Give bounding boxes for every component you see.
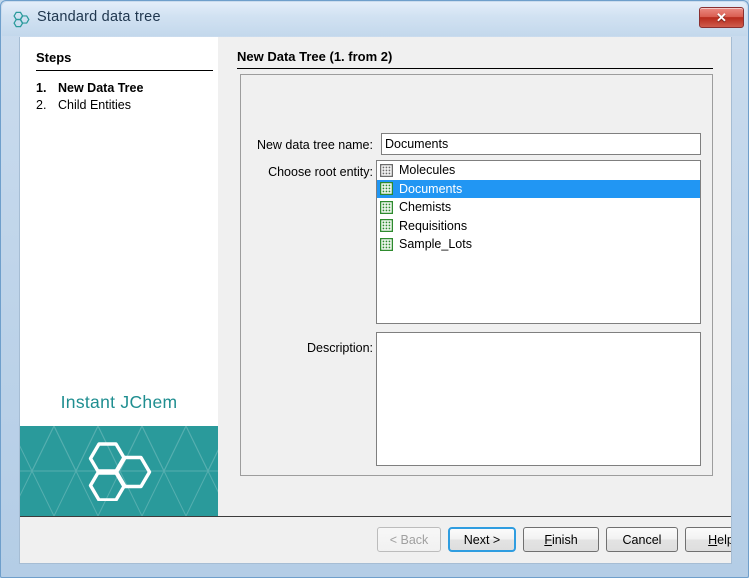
root-entity-list[interactable]: Molecules Documents Chemists Requisitions Sa… — [376, 160, 701, 324]
finish-button-label: Finish — [544, 533, 577, 547]
brand-logo-panel — [20, 426, 218, 516]
data-tree-name-input[interactable] — [381, 133, 701, 155]
step-label: Child Entities — [58, 98, 131, 112]
table-grid-icon — [380, 182, 393, 195]
table-grid-icon — [380, 238, 393, 251]
brand-name: Instant JChem — [20, 392, 218, 413]
entity-label: Requisitions — [399, 219, 467, 233]
step-label: New Data Tree — [58, 81, 143, 95]
finish-button[interactable]: Finish — [523, 527, 599, 552]
dialog-client-area: Steps 1.New Data Tree 2.Child Entities I… — [19, 37, 732, 564]
entity-list-item[interactable]: Molecules — [377, 161, 700, 180]
close-icon: ✕ — [716, 11, 727, 24]
entity-label: Documents — [399, 182, 462, 196]
back-button[interactable]: < Back — [377, 527, 441, 552]
cancel-button[interactable]: Cancel — [606, 527, 678, 552]
description-textarea[interactable] — [376, 332, 701, 466]
name-field-label: New data tree name: — [241, 138, 373, 152]
step-item-child-entities: 2.Child Entities — [36, 98, 131, 112]
wizard-content-panel: New Data Tree (1. from 2) New data tree … — [218, 37, 731, 516]
close-button[interactable]: ✕ — [699, 7, 744, 28]
step-number: 1. — [36, 81, 58, 95]
steps-panel: Steps 1.New Data Tree 2.Child Entities I… — [20, 37, 218, 516]
steps-divider — [36, 70, 213, 71]
title-bar: Standard data tree ✕ — [1, 1, 749, 37]
hexagon-molecule-logo-icon — [82, 441, 156, 501]
entity-list-item[interactable]: Chemists — [377, 198, 700, 217]
entity-label: Molecules — [399, 163, 455, 177]
table-grid-icon — [380, 201, 393, 214]
dialog-window: Standard data tree ✕ Steps 1.New Data Tr… — [0, 0, 749, 578]
page-title-divider — [237, 68, 713, 69]
description-label: Description: — [241, 341, 373, 355]
table-grid-icon — [380, 164, 393, 177]
footer-button-bar: < Back Next > Finish Cancel Help — [20, 517, 731, 562]
table-grid-icon — [380, 219, 393, 232]
entity-list-item[interactable]: Requisitions — [377, 217, 700, 236]
page-title: New Data Tree (1. from 2) — [237, 49, 392, 64]
window-title: Standard data tree — [37, 9, 161, 25]
entity-list-item[interactable]: Documents — [377, 180, 700, 199]
entity-label: Sample_Lots — [399, 237, 472, 251]
jchem-hexagon-logo-icon — [11, 10, 30, 29]
form-panel: New data tree name: Choose root entity: … — [240, 74, 713, 476]
help-button[interactable]: Help — [685, 527, 732, 552]
step-number: 2. — [36, 98, 58, 112]
steps-heading: Steps — [36, 50, 71, 65]
help-button-label: Help — [708, 533, 732, 547]
next-button[interactable]: Next > — [448, 527, 516, 552]
root-entity-label: Choose root entity: — [241, 165, 373, 179]
entity-label: Chemists — [399, 200, 451, 214]
step-item-new-data-tree: 1.New Data Tree — [36, 81, 143, 95]
entity-list-item[interactable]: Sample_Lots — [377, 235, 700, 254]
